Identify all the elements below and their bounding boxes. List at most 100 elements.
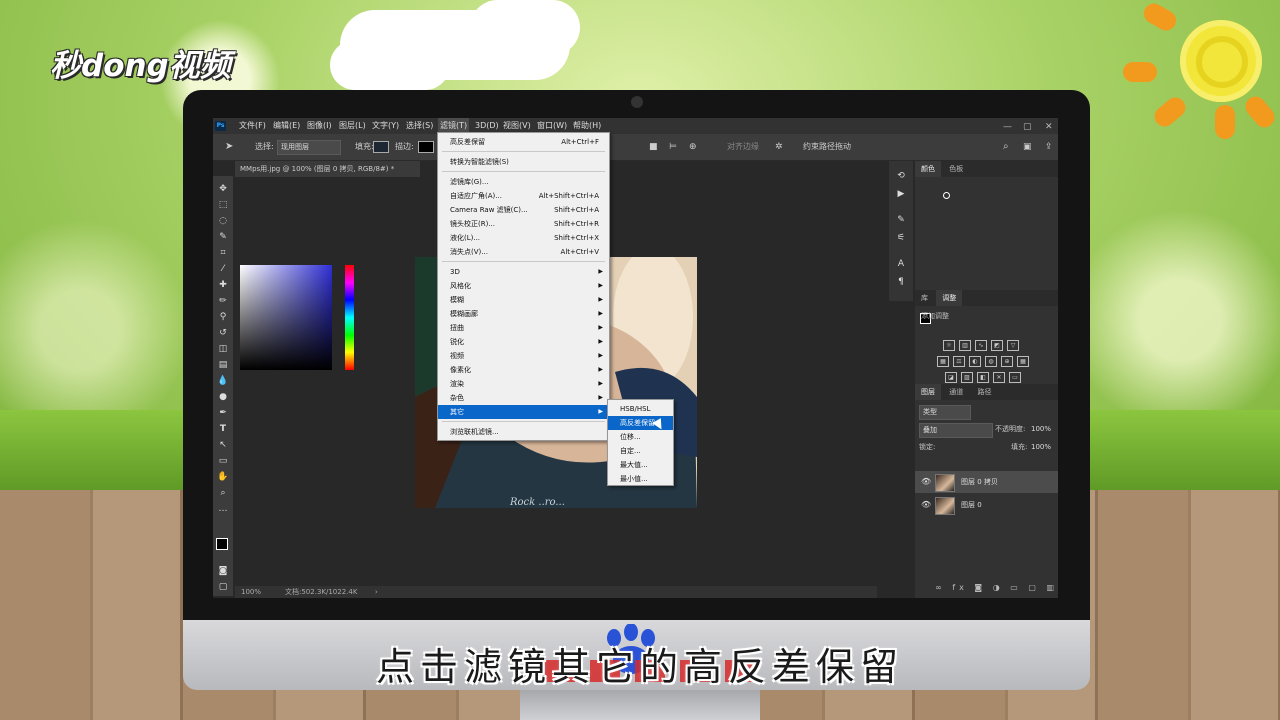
- other-submenu-item[interactable]: HSB/HSL: [608, 402, 673, 416]
- filter-menu-item[interactable]: 液化(L)... Shift+Ctrl+X: [438, 231, 609, 245]
- filter-menu-item[interactable]: 消失点(V)... Alt+Ctrl+V: [438, 245, 609, 259]
- filter-menu-item[interactable]: 镜头校正(R)... Shift+Ctrl+R: [438, 217, 609, 231]
- filter-menu-item[interactable]: 风格化 ▶: [438, 279, 609, 293]
- tab-adjustments[interactable]: 调整: [936, 290, 963, 306]
- layer-name[interactable]: 图层 0 拷贝: [961, 471, 998, 493]
- blur-tool-icon[interactable]: 💧: [216, 374, 230, 388]
- layer-row[interactable]: 👁 图层 0 拷贝: [915, 471, 1058, 493]
- fill-value[interactable]: 100%: [1031, 441, 1051, 454]
- filter-menu-item[interactable]: 滤镜库(G)...: [438, 175, 609, 189]
- other-submenu-item[interactable]: 最小值...: [608, 472, 673, 486]
- tab-swatches[interactable]: 色板: [943, 161, 969, 177]
- lasso-tool-icon[interactable]: ◌: [216, 214, 230, 228]
- hue-sat-icon[interactable]: ▦: [937, 356, 949, 367]
- layer-kind-filter[interactable]: 类型: [919, 405, 971, 420]
- stamp-tool-icon[interactable]: ⚲: [216, 310, 230, 324]
- layer-row[interactable]: 👁 图层 0: [915, 494, 1058, 516]
- other-submenu-item[interactable]: 自定...: [608, 444, 673, 458]
- align-icon[interactable]: ⊨: [669, 134, 677, 160]
- filter-menu-item[interactable]: 渲染 ▶: [438, 377, 609, 391]
- filter-menu-item[interactable]: 模糊画廊 ▶: [438, 307, 609, 321]
- photo-filter-icon[interactable]: ◍: [985, 356, 997, 367]
- brush-settings-icon[interactable]: ✎: [894, 213, 908, 227]
- share-icon[interactable]: ⇪: [1045, 134, 1053, 160]
- path-op-icon[interactable]: ■: [649, 134, 658, 160]
- invert-icon[interactable]: ◪: [945, 372, 957, 383]
- opacity-value[interactable]: 100%: [1031, 423, 1051, 436]
- filter-menu-item[interactable]: 杂色 ▶: [438, 391, 609, 405]
- eye-icon[interactable]: 👁: [921, 494, 931, 516]
- threshold-icon[interactable]: ◧: [977, 372, 989, 383]
- search-icon[interactable]: ⌕: [1003, 134, 1009, 160]
- type-tool-icon[interactable]: T: [216, 422, 230, 436]
- close-icon[interactable]: ✕: [1045, 119, 1053, 135]
- brightness-icon[interactable]: ☼: [943, 340, 955, 351]
- foreground-color-swatch[interactable]: [216, 538, 228, 550]
- screen-mode-icon[interactable]: ▢: [216, 580, 230, 594]
- other-submenu-item[interactable]: 最大值...: [608, 458, 673, 472]
- color-lookup-icon[interactable]: ▦: [1017, 356, 1029, 367]
- hue-slider[interactable]: [345, 265, 354, 370]
- paragraph-icon[interactable]: ¶: [894, 275, 908, 289]
- minimize-icon[interactable]: —: [1003, 119, 1012, 135]
- arrange-icon[interactable]: ⊕: [689, 134, 697, 160]
- blend-mode-select[interactable]: 叠加: [919, 423, 993, 438]
- filter-menu-item[interactable]: 视频 ▶: [438, 349, 609, 363]
- color-balance-icon[interactable]: ⚖: [953, 356, 965, 367]
- dodge-tool-icon[interactable]: ●: [216, 390, 230, 404]
- filter-menu-item[interactable]: 浏览联机滤镜...: [438, 425, 609, 439]
- filter-menu-item[interactable]: 像素化 ▶: [438, 363, 609, 377]
- hand-tool-icon[interactable]: ✋: [216, 470, 230, 484]
- document-tab[interactable]: MMps用.jpg @ 100% (图层 0 拷贝, RGB/8#) *: [235, 161, 420, 177]
- quick-select-tool-icon[interactable]: ✎: [216, 230, 230, 244]
- filter-menu-item[interactable]: 其它 ▶: [438, 405, 609, 419]
- bw-icon[interactable]: ◐: [969, 356, 981, 367]
- pen-tool-icon[interactable]: ✒: [216, 406, 230, 420]
- levels-icon[interactable]: ▥: [959, 340, 971, 351]
- tab-layers[interactable]: 图层: [915, 384, 941, 400]
- history-brush-icon[interactable]: ↺: [216, 326, 230, 340]
- quick-mask-icon[interactable]: ◙: [216, 564, 230, 578]
- filter-menu-item[interactable]: 锐化 ▶: [438, 335, 609, 349]
- fill-swatch[interactable]: [373, 141, 389, 153]
- move-tool-icon[interactable]: ➤: [225, 134, 233, 160]
- eyedropper-tool-icon[interactable]: ⁄: [216, 262, 230, 276]
- menu-layer[interactable]: 图层(L): [339, 118, 366, 134]
- select-dropdown[interactable]: 现用图层: [277, 140, 341, 155]
- menu-edit[interactable]: 编辑(E): [273, 118, 300, 134]
- healing-tool-icon[interactable]: ✚: [216, 278, 230, 292]
- menu-image[interactable]: 图像(I): [307, 118, 332, 134]
- workspace-icon[interactable]: ▣: [1023, 134, 1032, 160]
- selective-color-icon[interactable]: ✕: [993, 372, 1005, 383]
- vibrance-icon[interactable]: ▽: [1007, 340, 1019, 351]
- brush-tool-icon[interactable]: ✏: [216, 294, 230, 308]
- menu-file[interactable]: 文件(F): [239, 118, 266, 134]
- curves-icon[interactable]: ∿: [975, 340, 987, 351]
- stroke-swatch[interactable]: [418, 141, 434, 153]
- tab-color[interactable]: 颜色: [915, 161, 941, 177]
- gradient-map-icon[interactable]: ▭: [1009, 372, 1021, 383]
- move-tool-icon[interactable]: ✥: [216, 182, 230, 196]
- zoom-tool-icon[interactable]: ⌕: [216, 486, 230, 500]
- character-icon[interactable]: A: [894, 257, 908, 271]
- eraser-tool-icon[interactable]: ◫: [216, 342, 230, 356]
- filter-menu-item[interactable]: 自适应广角(A)... Alt+Shift+Ctrl+A: [438, 189, 609, 203]
- menu-type[interactable]: 文字(Y): [372, 118, 399, 134]
- menu-select[interactable]: 选择(S): [406, 118, 433, 134]
- history-icon[interactable]: ⟲: [894, 169, 908, 183]
- shape-tool-icon[interactable]: ▭: [216, 454, 230, 468]
- play-icon[interactable]: ▶: [894, 187, 908, 201]
- path-select-icon[interactable]: ↖: [216, 438, 230, 452]
- filter-menu-item[interactable]: 扭曲 ▶: [438, 321, 609, 335]
- more-tools-icon[interactable]: …: [216, 502, 230, 516]
- layer-name[interactable]: 图层 0: [961, 494, 982, 516]
- gradient-tool-icon[interactable]: ▤: [216, 358, 230, 372]
- maximize-icon[interactable]: ▢: [1023, 119, 1032, 135]
- constrain-path-option[interactable]: 约束路径拖动: [803, 134, 851, 160]
- status-arrow-icon[interactable]: ›: [375, 586, 378, 598]
- filter-menu-item[interactable]: 高反差保留 Alt+Ctrl+F: [438, 135, 609, 149]
- other-submenu-item[interactable]: 位移...: [608, 430, 673, 444]
- properties-icon[interactable]: ⚟: [894, 231, 908, 245]
- filter-menu-item[interactable]: 3D ▶: [438, 265, 609, 279]
- color-picker-field[interactable]: [240, 265, 332, 370]
